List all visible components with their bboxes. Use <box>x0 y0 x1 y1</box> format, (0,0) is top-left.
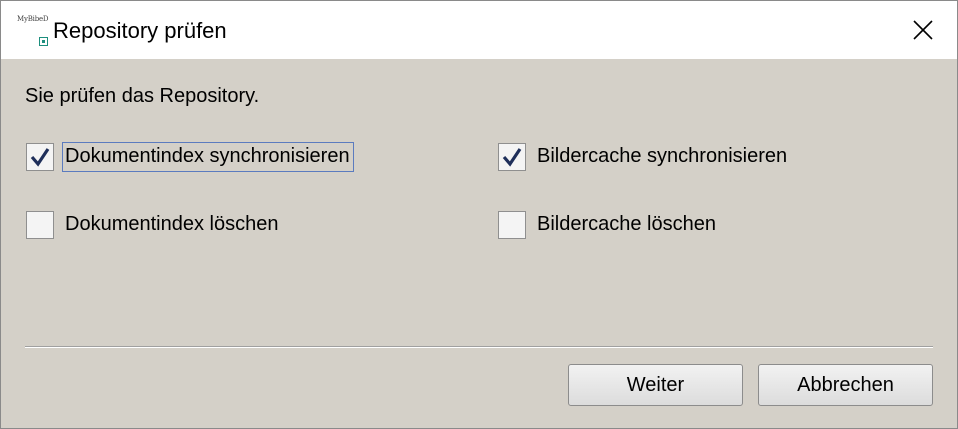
close-button[interactable] <box>899 10 947 50</box>
checkmark-icon <box>502 148 522 167</box>
close-icon <box>913 20 933 40</box>
checkbox-delete-document-index[interactable] <box>26 211 54 239</box>
cancel-button[interactable]: Abbrechen <box>758 364 933 406</box>
divider <box>25 346 933 348</box>
option-delete-document-index[interactable]: Dokumentindex löschen <box>26 210 282 240</box>
intro-text: Sie prüfen das Repository. <box>25 85 260 107</box>
next-button[interactable]: Weiter <box>568 364 743 406</box>
checkbox-delete-image-cache[interactable] <box>498 211 526 239</box>
checkbox-sync-document-index[interactable] <box>26 143 54 171</box>
option-label: Dokumentindex löschen <box>65 213 279 235</box>
dialog-window: MyBibeD Repository prüfen Sie prüfen das… <box>0 0 958 429</box>
app-logo-icon: MyBibeD <box>17 15 49 47</box>
checkbox-sync-image-cache[interactable] <box>498 143 526 171</box>
option-label: Bildercache synchronisieren <box>537 145 788 167</box>
app-logo-text: MyBibeD <box>17 15 49 23</box>
option-sync-image-cache[interactable]: Bildercache synchronisieren <box>498 142 791 172</box>
option-label: Dokumentindex synchronisieren <box>62 142 354 172</box>
option-delete-image-cache[interactable]: Bildercache löschen <box>498 210 720 240</box>
title-bar: MyBibeD Repository prüfen <box>1 1 957 59</box>
option-sync-document-index[interactable]: Dokumentindex synchronisieren <box>26 142 354 172</box>
checkmark-icon <box>30 148 50 167</box>
option-label: Bildercache löschen <box>537 213 716 235</box>
dialog-content: Sie prüfen das Repository. Dokumentindex… <box>1 59 957 428</box>
window-title: Repository prüfen <box>53 18 227 43</box>
